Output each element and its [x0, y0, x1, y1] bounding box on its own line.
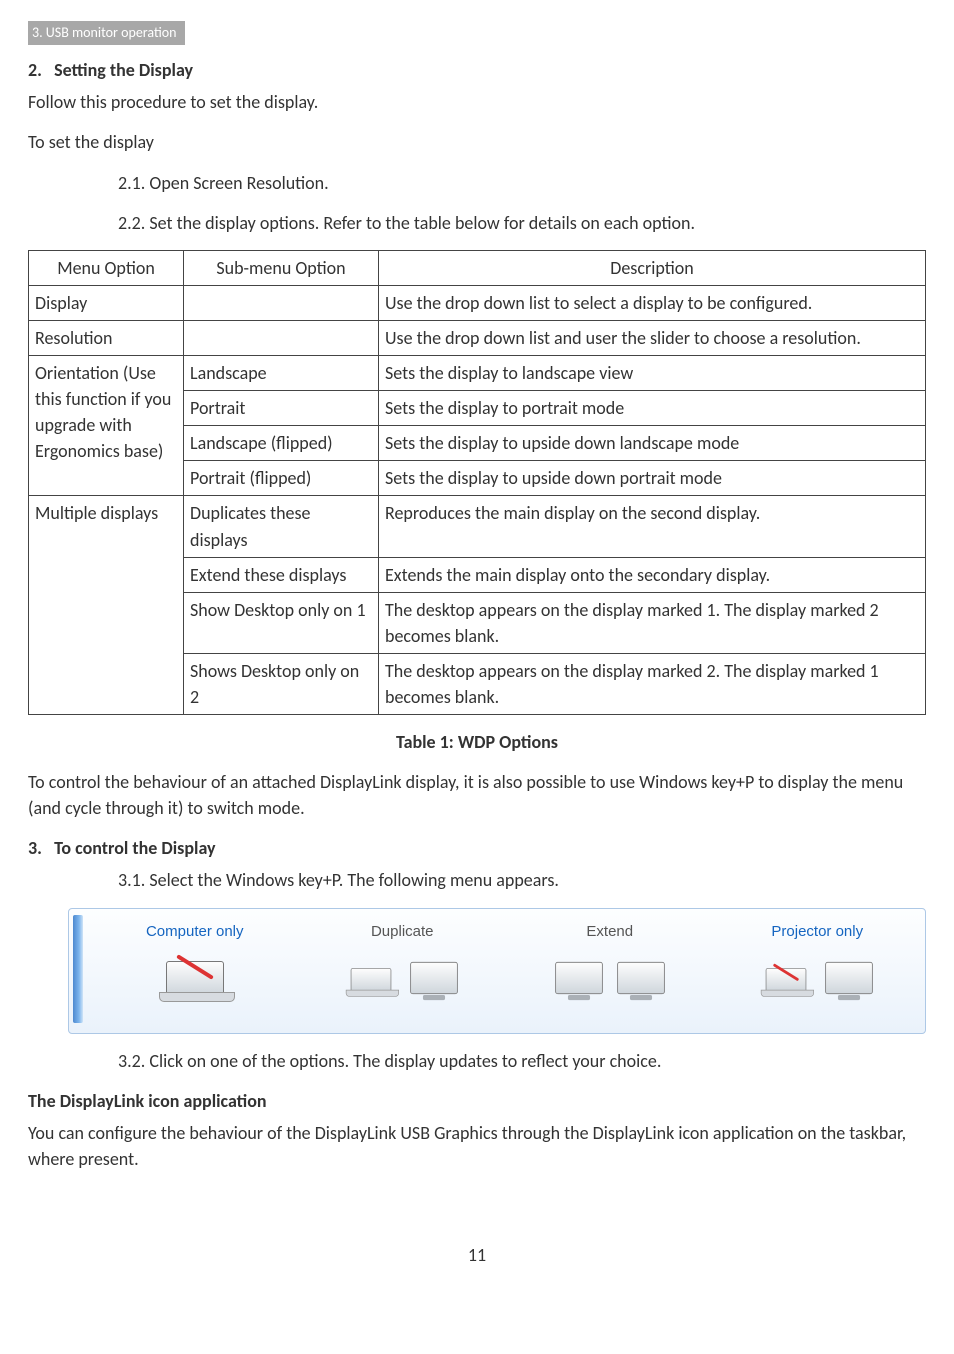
duplicate-icon: [303, 948, 503, 1008]
table-row: Multiple displays Duplicates these displ…: [29, 496, 926, 557]
extend-icon: [510, 948, 710, 1008]
table-cell: Use the drop down list to select a displ…: [379, 285, 926, 320]
heading-text: Setting the Display: [54, 59, 193, 81]
heading-number: 2.: [28, 57, 50, 83]
winp-label: Computer only: [95, 921, 295, 943]
menu-stripe: [73, 915, 83, 1023]
heading-setting-display: 2. Setting the Display: [28, 57, 926, 83]
table-cell: Portrait: [184, 391, 379, 426]
step-2-1: 2.1. Open Screen Resolution.: [118, 170, 926, 196]
table-cell: Sets the display to upside down landscap…: [379, 426, 926, 461]
heading-text: To control the Display: [54, 837, 215, 859]
table-cell: Sets the display to upside down portrait…: [379, 461, 926, 496]
intro-paragraph-1: Follow this procedure to set the display…: [28, 89, 926, 115]
wdp-options-table: Menu Option Sub-menu Option Description …: [28, 250, 926, 715]
table-cell: Sets the display to landscape view: [379, 356, 926, 391]
table-cell: The desktop appears on the display marke…: [379, 592, 926, 653]
table-header-menu: Menu Option: [29, 250, 184, 285]
winp-option-duplicate[interactable]: Duplicate: [299, 915, 507, 1023]
heading-number: 3.: [28, 835, 50, 861]
projector-only-icon: [718, 948, 918, 1008]
table-cell: Resolution: [29, 320, 184, 355]
table-cell: Reproduces the main display on the secon…: [379, 496, 926, 557]
table-cell: Landscape: [184, 356, 379, 391]
table-cell: The desktop appears on the display marke…: [379, 653, 926, 714]
table-cell: Orientation (Use this function if you up…: [29, 356, 184, 496]
table-cell: Multiple displays: [29, 496, 184, 715]
table-cell: [184, 320, 379, 355]
table-cell: Use the drop down list and user the slid…: [379, 320, 926, 355]
table-cell: Extends the main display onto the second…: [379, 557, 926, 592]
heading-text: The DisplayLink icon application: [28, 1090, 267, 1112]
table-cell: Display: [29, 285, 184, 320]
table-cell: Landscape (flipped): [184, 426, 379, 461]
table-cell: Sets the display to portrait mode: [379, 391, 926, 426]
winp-option-extend[interactable]: Extend: [506, 915, 714, 1023]
winp-option-projector-only[interactable]: Projector only: [714, 915, 922, 1023]
paragraph-after-table: To control the behaviour of an attached …: [28, 769, 926, 821]
step-3-2: 3.2. Click on one of the options. The di…: [118, 1048, 926, 1074]
table-cell: Portrait (flipped): [184, 461, 379, 496]
table-header-sub: Sub-menu Option: [184, 250, 379, 285]
intro-paragraph-2: To set the display: [28, 129, 926, 155]
table-cell: Extend these displays: [184, 557, 379, 592]
table-caption: Table 1: WDP Options: [28, 729, 926, 755]
paragraph-displaylink-icon: You can configure the behaviour of the D…: [28, 1120, 926, 1172]
table-row: Orientation (Use this function if you up…: [29, 356, 926, 391]
page-number: 11: [28, 1242, 926, 1268]
step-3-1: 3.1. Select the Windows key+P. The follo…: [118, 867, 926, 893]
win-p-menu: Computer only Duplicate Extend Projector…: [68, 908, 926, 1034]
table-cell: [184, 285, 379, 320]
table-row: Display Use the drop down list to select…: [29, 285, 926, 320]
chapter-tag: 3. USB monitor operation: [28, 21, 185, 45]
winp-label: Extend: [510, 921, 710, 943]
winp-label: Duplicate: [303, 921, 503, 943]
winp-option-computer-only[interactable]: Computer only: [91, 915, 299, 1023]
winp-label: Projector only: [718, 921, 918, 943]
step-2-2: 2.2. Set the display options. Refer to t…: [118, 210, 926, 236]
heading-control-display: 3. To control the Display: [28, 835, 926, 861]
table-header-desc: Description: [379, 250, 926, 285]
table-cell: Shows Desktop only on 2: [184, 653, 379, 714]
table-cell: Duplicates these displays: [184, 496, 379, 557]
heading-displaylink-icon: The DisplayLink icon application: [28, 1088, 926, 1114]
table-row: Resolution Use the drop down list and us…: [29, 320, 926, 355]
table-cell: Show Desktop only on 1: [184, 592, 379, 653]
laptop-slash-icon: [95, 948, 295, 1008]
